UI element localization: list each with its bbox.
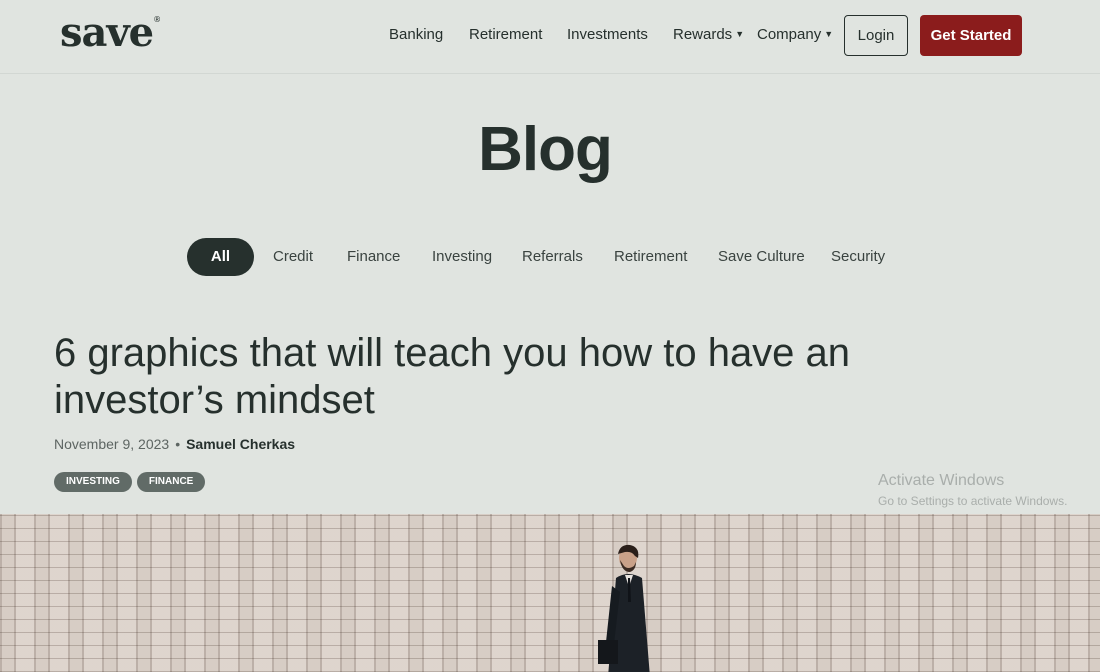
post-meta: November 9, 2023 • Samuel Cherkas bbox=[54, 436, 295, 452]
filter-all[interactable]: All bbox=[187, 238, 254, 276]
meta-separator: • bbox=[175, 436, 181, 452]
nav-company[interactable]: Company ▼ bbox=[757, 26, 833, 43]
man-in-suit-figure bbox=[598, 544, 650, 672]
nav-banking[interactable]: Banking bbox=[389, 26, 443, 43]
filter-save-culture[interactable]: Save Culture bbox=[718, 238, 805, 276]
filter-credit[interactable]: Credit bbox=[273, 238, 313, 276]
tag-investing[interactable]: INVESTING bbox=[54, 472, 132, 492]
post-date: November 9, 2023 bbox=[54, 436, 170, 452]
site-header: save® Banking Retirement Investments Rew… bbox=[0, 0, 1100, 74]
nav-rewards-label: Rewards bbox=[673, 26, 733, 43]
tag-finance[interactable]: FINANCE bbox=[136, 472, 206, 492]
filter-investing[interactable]: Investing bbox=[432, 238, 492, 276]
watermark-title: Activate Windows bbox=[878, 472, 1005, 489]
page-title: Blog bbox=[478, 115, 613, 184]
nav-investments[interactable]: Investments bbox=[567, 26, 648, 43]
filter-finance[interactable]: Finance bbox=[347, 238, 400, 276]
caret-down-icon: ▼ bbox=[735, 29, 745, 39]
post-hero-image[interactable] bbox=[0, 514, 1100, 672]
caret-down-icon: ▼ bbox=[824, 29, 834, 39]
login-button[interactable]: Login bbox=[844, 15, 908, 56]
get-started-button[interactable]: Get Started bbox=[920, 15, 1022, 56]
filter-retirement[interactable]: Retirement bbox=[614, 238, 687, 276]
filter-referrals[interactable]: Referrals bbox=[522, 238, 583, 276]
post-title[interactable]: 6 graphics that will teach you how to ha… bbox=[54, 330, 934, 424]
filter-security[interactable]: Security bbox=[831, 238, 885, 276]
activate-windows-watermark: Activate Windows Go to Settings to activ… bbox=[878, 472, 1067, 508]
post-tags: INVESTING FINANCE bbox=[54, 472, 206, 492]
nav-rewards[interactable]: Rewards ▼ bbox=[673, 26, 744, 43]
nav-company-label: Company bbox=[757, 26, 822, 43]
watermark-subtitle: Go to Settings to activate Windows. bbox=[878, 494, 1068, 508]
nav-retirement[interactable]: Retirement bbox=[469, 26, 542, 43]
save-logo[interactable]: save® bbox=[60, 9, 161, 56]
post-author[interactable]: Samuel Cherkas bbox=[186, 436, 295, 452]
